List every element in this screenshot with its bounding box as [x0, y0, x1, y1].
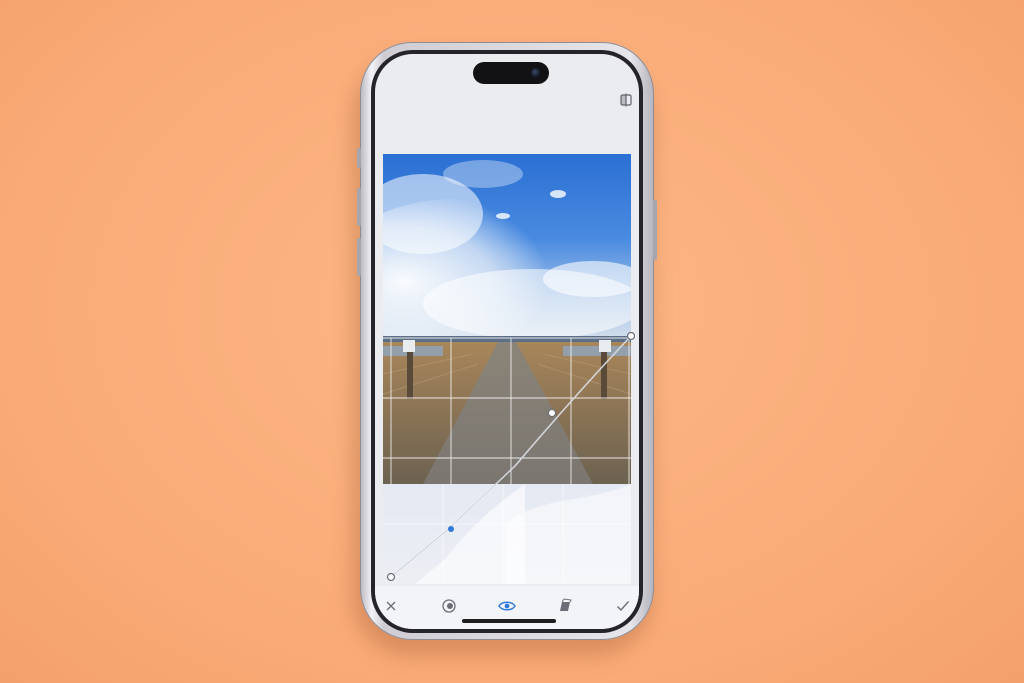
camera-icon: [531, 68, 541, 78]
curve-point-black[interactable]: [386, 572, 396, 582]
home-indicator: [462, 619, 556, 623]
phone-screen: [371, 50, 643, 633]
layers-icon[interactable]: [551, 592, 579, 620]
power-button: [653, 200, 657, 260]
edited-photo: [383, 154, 631, 484]
presets-icon[interactable]: [435, 592, 463, 620]
app-display: [375, 54, 639, 629]
volume-down-button: [357, 238, 361, 276]
curve-point-mid[interactable]: [548, 409, 556, 417]
curve-point-selected[interactable]: [448, 526, 454, 532]
compare-split-icon[interactable]: [619, 93, 633, 107]
dynamic-island: [473, 62, 549, 84]
histogram-panel: [383, 484, 631, 584]
volume-up-button: [357, 188, 361, 226]
check-icon[interactable]: [609, 592, 637, 620]
eye-icon[interactable]: [493, 592, 521, 620]
action-button: [357, 148, 361, 168]
curve-point-white[interactable]: [626, 331, 636, 341]
close-icon[interactable]: [377, 592, 405, 620]
